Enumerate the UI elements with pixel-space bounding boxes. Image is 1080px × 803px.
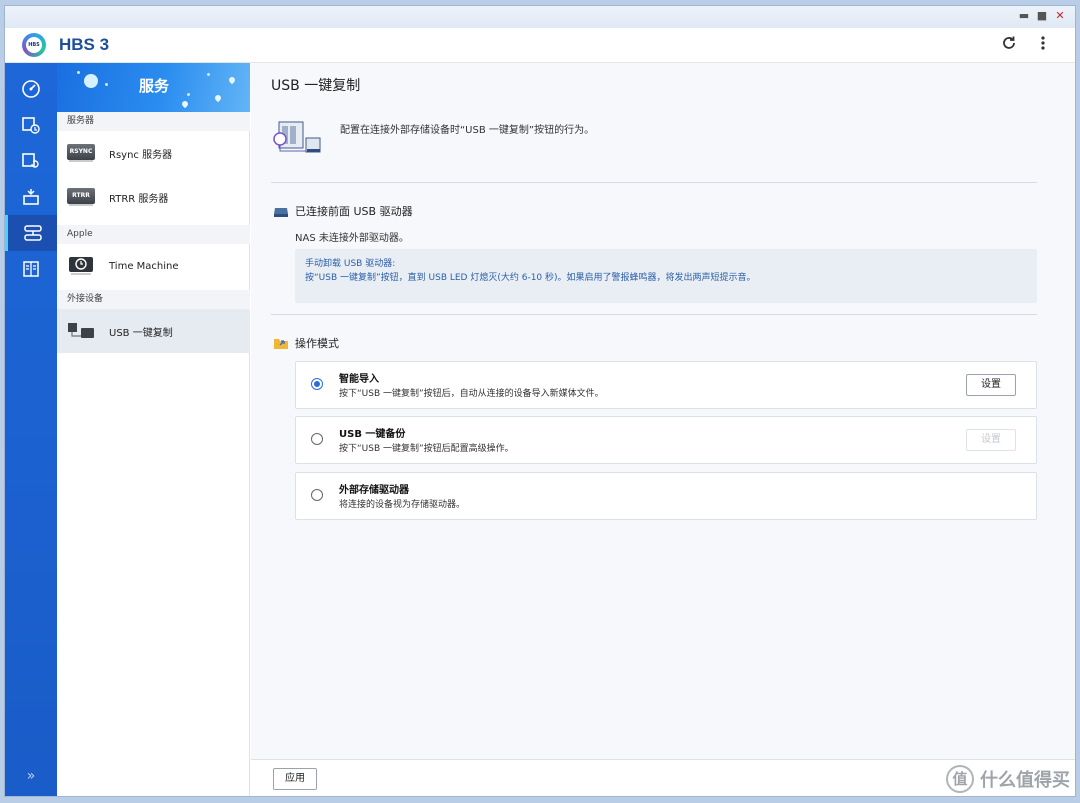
hbs-logo-icon: HBS [22, 33, 46, 57]
smart-import-settings-button[interactable]: 设置 [966, 374, 1016, 396]
watermark-text: 什么值得买 [980, 770, 1070, 791]
rtrr-server-icon: RTRR [67, 185, 95, 207]
app-header: HBS HBS 3 [5, 28, 1075, 63]
sidebar-item-usb-copy[interactable]: USB 一键复制 [57, 309, 250, 353]
option-title: 智能导入 [339, 374, 379, 385]
sidebar-item-label: Time Machine [109, 260, 179, 272]
minimize-icon[interactable]: ▬ [1017, 9, 1031, 23]
one-touch-backup-radio[interactable] [311, 433, 323, 445]
time-machine-icon [67, 254, 95, 276]
unmount-note: 手动卸载 USB 驱动器: 按“USB 一键复制”按钮，直到 USB LED 灯… [295, 249, 1037, 303]
note-body: 按“USB 一键复制”按钮，直到 USB LED 灯熄灭(大约 6-10 秒)。… [305, 273, 756, 283]
usb-copy-illustration [271, 119, 323, 159]
dashboard-icon[interactable] [5, 71, 57, 107]
app-title: HBS 3 [59, 35, 110, 54]
divider [271, 182, 1037, 183]
folder-arrow-icon [274, 339, 288, 349]
connected-drive-heading: 已连接前面 USB 驱动器 [273, 203, 413, 219]
operation-mode-heading: 操作模式 [273, 335, 339, 351]
usb-drive-icon [274, 208, 288, 217]
globe-icon [84, 74, 98, 88]
one-touch-backup-settings-button: 设置 [966, 429, 1016, 451]
intro-text: 配置在连接外部存储设备时“USB 一键复制”按钮的行为。 [340, 125, 595, 136]
connected-drive-heading-text: 已连接前面 USB 驱动器 [295, 205, 413, 218]
close-icon[interactable]: ✕ [1053, 9, 1067, 23]
note-title: 手动卸载 USB 驱动器: [305, 259, 396, 269]
sidebar-item-rsync[interactable]: RSYNC Rsync 服务器 [57, 131, 250, 175]
option-title: 外部存储驱动器 [339, 485, 409, 496]
option-desc: 将连接的设备视为存储驱动器。 [339, 500, 466, 510]
option-one-touch-backup[interactable]: USB 一键备份 按下“USB 一键复制”按钮后配置高级操作。 设置 [295, 416, 1037, 464]
divider [271, 314, 1037, 315]
app-window: ▬ ■ ✕ HBS HBS 3 » 服务 服务器 RSYNC Rsync 服务器… [4, 5, 1076, 797]
main-panel: USB 一键复制 配置在连接外部存储设备时“USB 一键复制”按钮的行为。 已连… [251, 63, 1075, 796]
rsync-server-icon: RSYNC [67, 141, 95, 163]
restore-icon[interactable] [5, 143, 57, 179]
sidebar-item-label: Rsync 服务器 [109, 149, 173, 161]
apply-button[interactable]: 应用 [273, 768, 317, 790]
icon-navbar: » [5, 63, 57, 796]
sidebar-item-time-machine[interactable]: Time Machine [57, 244, 250, 288]
usb-copy-icon [67, 319, 95, 341]
page-title: USB 一键复制 [271, 78, 361, 94]
option-smart-import[interactable]: 智能导入 按下“USB 一键复制”按钮后，自动从连接的设备导入新媒体文件。 设置 [295, 361, 1037, 409]
section-apple: Apple [57, 225, 250, 244]
refresh-icon[interactable] [999, 35, 1019, 55]
sidebar: 服务 服务器 RSYNC Rsync 服务器 RTRR RTRR 服务器 App… [57, 63, 250, 796]
logo-text: HBS [26, 37, 42, 53]
rsync-badge: RSYNC [67, 144, 95, 160]
sync-icon[interactable] [5, 179, 57, 215]
rtrr-badge: RTRR [67, 188, 95, 204]
watermark-badge: 值 [946, 765, 974, 793]
sidebar-banner-title: 服务 [139, 77, 170, 95]
operation-mode-heading-text: 操作模式 [295, 337, 339, 350]
nas-status-text: NAS 未连接外部驱动器。 [295, 233, 409, 244]
smart-import-radio[interactable] [311, 378, 323, 390]
sidebar-item-label: USB 一键复制 [109, 327, 173, 339]
section-servers: 服务器 [57, 112, 250, 131]
services-icon[interactable] [5, 215, 57, 251]
expand-sidebar-icon[interactable]: » [5, 768, 57, 784]
option-desc: 按下“USB 一键复制”按钮后，自动从连接的设备导入新媒体文件。 [339, 389, 604, 399]
option-title: USB 一键备份 [339, 429, 406, 440]
sidebar-item-rtrr[interactable]: RTRR RTRR 服务器 [57, 175, 250, 219]
external-storage-radio[interactable] [311, 489, 323, 501]
watermark: 值 什么值得买 [946, 765, 1070, 793]
option-desc: 按下“USB 一键复制”按钮后配置高级操作。 [339, 444, 514, 454]
sidebar-banner: 服务 [57, 63, 250, 112]
option-external-storage[interactable]: 外部存储驱动器 将连接的设备视为存储驱动器。 [295, 472, 1037, 520]
maximize-icon[interactable]: ■ [1035, 9, 1049, 23]
logs-icon[interactable] [5, 251, 57, 287]
more-vertical-icon[interactable] [1033, 35, 1053, 55]
backup-icon[interactable] [5, 107, 57, 143]
sidebar-item-label: RTRR 服务器 [109, 193, 169, 205]
window-frame-bar: ▬ ■ ✕ [5, 6, 1075, 28]
section-external-devices: 外接设备 [57, 290, 250, 309]
